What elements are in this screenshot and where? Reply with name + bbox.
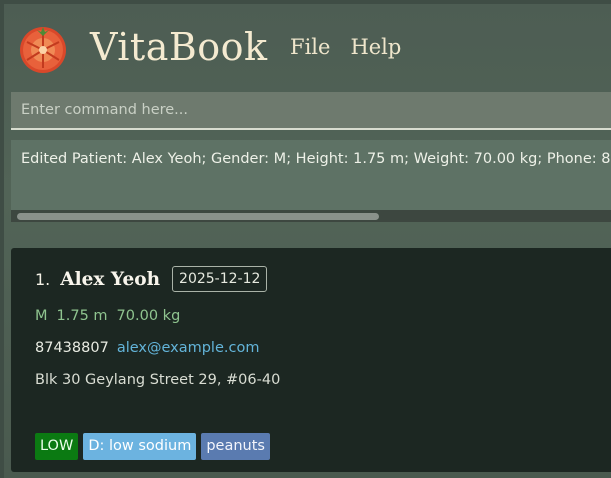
patient-contact: 87438807 alex@example.com [35,340,259,356]
result-display: Edited Patient: Alex Yeoh; Gender: M; He… [11,140,611,222]
diet-tag: D: low sodium [83,433,197,460]
header: VitaBook File Help [4,4,611,90]
appointment-date-badge: 2025-12-12 [172,266,268,292]
patient-tags: LOW D: low sodium peanuts [35,433,270,460]
patient-gender: M [35,308,48,324]
command-input[interactable] [11,92,611,128]
result-text: Edited Patient: Alex Yeoh; Gender: M; He… [21,151,611,167]
command-box [11,92,611,130]
patient-index: 1. [35,269,51,289]
patient-address: Blk 30 Geylang Street 29, #06-40 [35,372,281,388]
patient-metrics: M 1.75 m 70.00 kg [35,308,180,324]
patient-name: Alex Yeoh [60,268,161,290]
scrollbar-thumb[interactable] [17,213,379,220]
app-window: VitaBook File Help Edited Patient: Alex … [4,4,611,478]
menu-help[interactable]: Help [350,32,401,62]
patient-card-header: 1. Alex Yeoh 2025-12-12 [35,266,268,292]
menu-file[interactable]: File [290,32,330,62]
patient-email: alex@example.com [116,340,260,356]
patient-list: 1. Alex Yeoh 2025-12-12 M 1.75 m 70.00 k… [11,248,611,472]
menu-bar: File Help [290,32,401,62]
patient-height: 1.75 m [56,308,108,324]
patient-phone: 87438807 [35,340,109,356]
allergy-tag: peanuts [201,433,270,460]
result-scrollbar[interactable] [11,210,611,222]
risk-tag: LOW [35,433,79,460]
app-title: VitaBook [90,25,268,69]
patient-weight: 70.00 kg [116,308,181,324]
tomato-icon [20,27,66,73]
